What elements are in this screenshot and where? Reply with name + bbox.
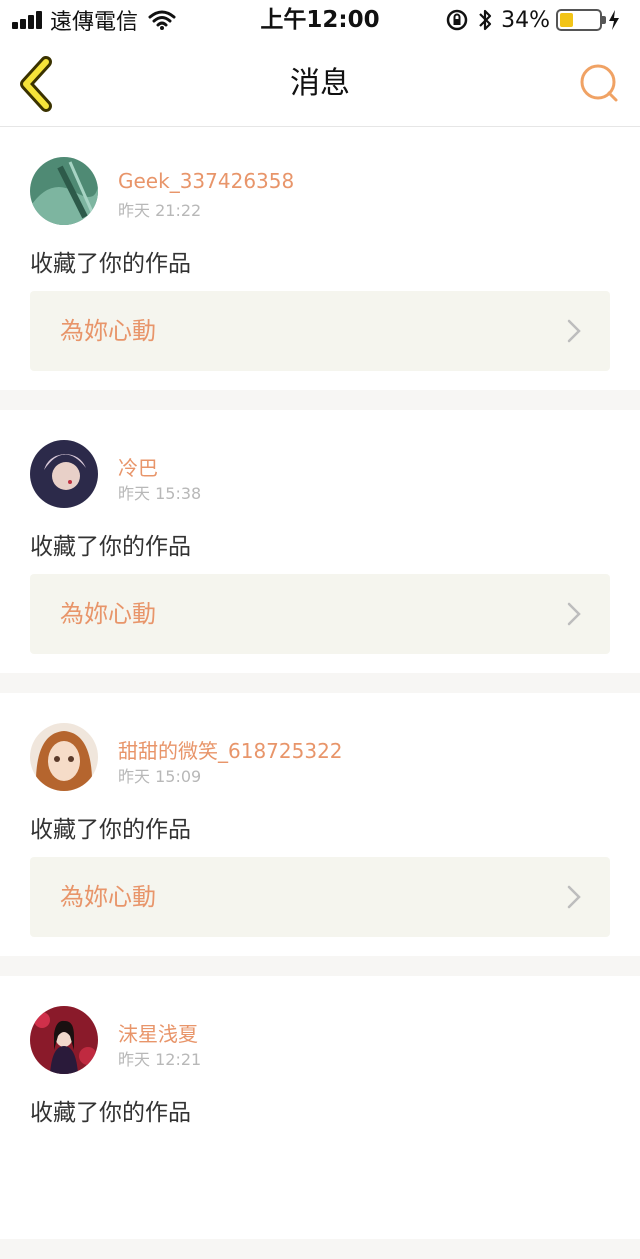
avatar[interactable] (30, 440, 98, 508)
message-card[interactable]: 沫星浅夏 昨天 12:21 收藏了你的作品 (0, 976, 640, 1239)
bluetooth-icon (479, 9, 492, 31)
avatar[interactable] (30, 1006, 98, 1074)
work-title: 為妳心動 (60, 883, 156, 911)
message-card[interactable]: Geek_337426358 昨天 21:22 收藏了你的作品 為妳心動 (0, 127, 640, 390)
work-title: 為妳心動 (60, 600, 156, 628)
work-link[interactable]: 為妳心動 (30, 857, 610, 937)
timestamp: 昨天 15:38 (118, 484, 202, 503)
rotation-lock-icon (446, 9, 468, 31)
action-text: 收藏了你的作品 (30, 534, 191, 560)
battery-icon (556, 9, 606, 31)
work-link[interactable]: 為妳心動 (30, 291, 610, 371)
message-list: Geek_337426358 昨天 21:22 收藏了你的作品 為妳心動 冷巴 … (0, 127, 640, 1259)
username[interactable]: Geek_337426358 (118, 169, 294, 193)
timestamp: 昨天 21:22 (118, 201, 202, 220)
search-button[interactable] (578, 62, 622, 106)
avatar[interactable] (30, 723, 98, 791)
nav-bar: 消息 (0, 40, 640, 127)
timestamp: 昨天 12:21 (118, 1050, 202, 1069)
work-link[interactable]: 為妳心動 (30, 574, 610, 654)
action-text: 收藏了你的作品 (30, 251, 191, 277)
charging-bolt-icon (609, 10, 619, 30)
username[interactable]: 沫星浅夏 (118, 1018, 198, 1047)
action-text: 收藏了你的作品 (30, 1100, 191, 1126)
search-icon (580, 64, 618, 102)
message-card[interactable]: 冷巴 昨天 15:38 收藏了你的作品 為妳心動 (0, 410, 640, 673)
avatar[interactable] (30, 157, 98, 225)
chevron-right-icon (567, 319, 581, 343)
battery-percent: 34% (501, 7, 550, 33)
chevron-right-icon (567, 885, 581, 909)
battery-level-fill (560, 13, 573, 27)
username[interactable]: 冷巴 (118, 452, 158, 481)
action-text: 收藏了你的作品 (30, 817, 191, 843)
status-right: 34% (445, 0, 628, 40)
message-card[interactable]: 甜甜的微笑_618725322 昨天 15:09 收藏了你的作品 為妳心動 (0, 693, 640, 956)
page-title: 消息 (290, 66, 350, 101)
username[interactable]: 甜甜的微笑_618725322 (118, 735, 343, 764)
timestamp: 昨天 15:09 (118, 767, 202, 786)
chevron-right-icon (567, 602, 581, 626)
work-title: 為妳心動 (60, 317, 156, 345)
status-bar: 遠傳電信 上午12:00 34% (0, 0, 640, 40)
